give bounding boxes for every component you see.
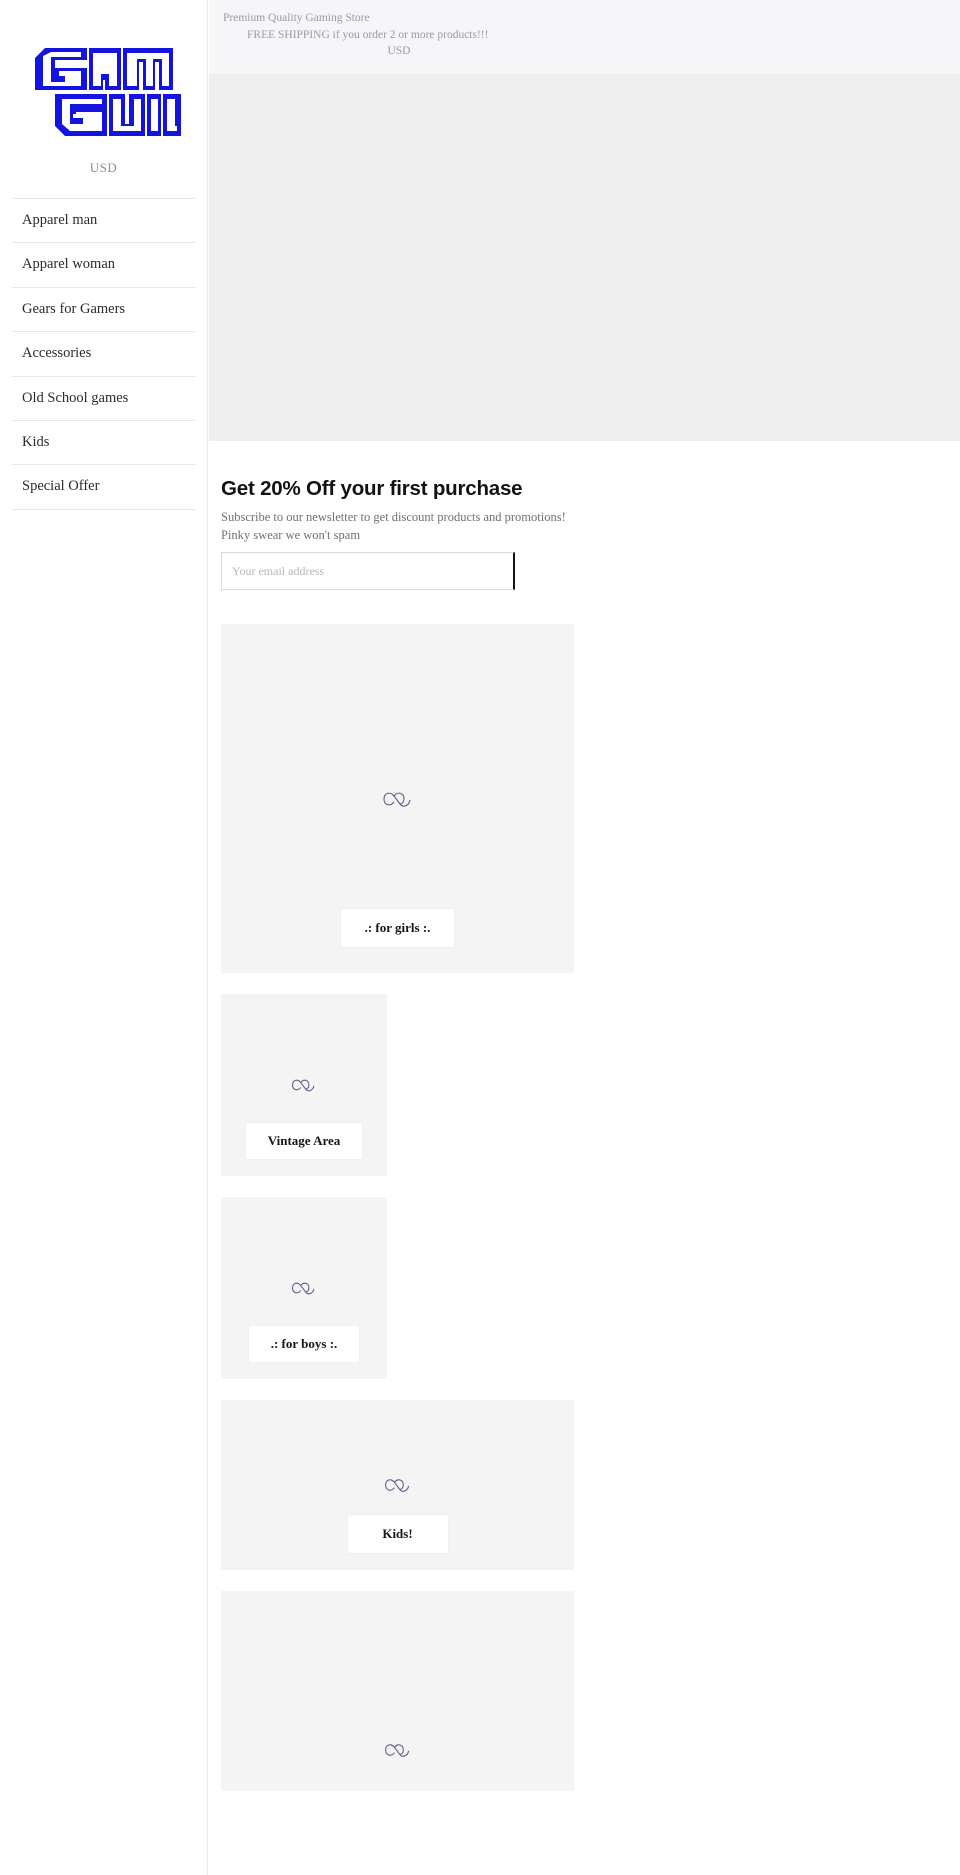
newsletter-form xyxy=(221,552,515,591)
gamer-guild-logo-icon xyxy=(34,48,181,136)
newsletter-note: Pinky swear we won't spam xyxy=(221,528,361,543)
sidebar-item-gears-for-gamers[interactable]: Gears for Gamers xyxy=(12,288,195,333)
newsletter-title: Get 20% Off your first purchase xyxy=(221,477,523,501)
card-label[interactable]: Kids! xyxy=(347,1515,448,1554)
announcement-bar: Premium Quality Gaming Store FREE SHIPPI… xyxy=(209,0,960,76)
storefront-page: USD Apparel man Apparel woman Gears for … xyxy=(0,0,960,1875)
card-label-row: .: for girls :. xyxy=(221,909,574,948)
broken-image-icon xyxy=(384,1744,409,1757)
sidebar-item-apparel-woman[interactable]: Apparel woman xyxy=(12,243,195,288)
sidebar-item-special-offer[interactable]: Special Offer xyxy=(12,465,195,510)
announcement-line-1: Premium Quality Gaming Store xyxy=(223,12,370,24)
broken-image-icon xyxy=(292,1282,315,1295)
hero-banner xyxy=(209,75,960,442)
announcement-line-2: FREE SHIPPING if you order 2 or more pro… xyxy=(247,28,489,41)
card-label[interactable]: Vintage Area xyxy=(245,1123,363,1160)
collection-card-bottom[interactable] xyxy=(221,1591,574,1792)
card-label-row: Kids! xyxy=(221,1515,574,1554)
collection-card-kids[interactable]: Kids! xyxy=(221,1400,574,1571)
brand-logo[interactable] xyxy=(0,0,207,142)
sidebar: USD Apparel man Apparel woman Gears for … xyxy=(0,0,208,1875)
collection-card-for-girls[interactable]: .: for girls :. xyxy=(221,624,574,974)
sidebar-currency[interactable]: USD xyxy=(0,142,207,198)
broken-image-icon xyxy=(382,792,411,807)
broken-image-icon xyxy=(292,1079,315,1092)
card-label[interactable]: .: for girls :. xyxy=(340,909,455,948)
main-content: Premium Quality Gaming Store FREE SHIPPI… xyxy=(209,0,960,1875)
sidebar-item-apparel-man[interactable]: Apparel man xyxy=(12,198,195,244)
card-image-area xyxy=(221,1591,574,1791)
collection-card-for-boys[interactable]: .: for boys :. xyxy=(221,1197,387,1380)
announcement-currency[interactable]: USD xyxy=(209,43,589,60)
sidebar-item-accessories[interactable]: Accessories xyxy=(12,332,195,377)
card-label[interactable]: .: for boys :. xyxy=(248,1326,360,1363)
newsletter-section: Get 20% Off your first purchase Subscrib… xyxy=(209,441,960,591)
sidebar-item-old-school-games[interactable]: Old School games xyxy=(12,377,195,421)
newsletter-email-input[interactable] xyxy=(221,552,515,591)
sidebar-item-kids[interactable]: Kids xyxy=(12,421,195,466)
card-label-row: .: for boys :. xyxy=(221,1326,387,1363)
sidebar-nav: Apparel man Apparel woman Gears for Game… xyxy=(0,198,207,510)
collection-card-vintage-area[interactable]: Vintage Area xyxy=(221,994,387,1177)
broken-image-icon xyxy=(384,1479,409,1492)
newsletter-subtitle: Subscribe to our newsletter to get disco… xyxy=(221,510,566,525)
card-label-row: Vintage Area xyxy=(221,1123,387,1160)
collection-cards: .: for girls :. Vintage Area .: for boys… xyxy=(209,590,960,1792)
